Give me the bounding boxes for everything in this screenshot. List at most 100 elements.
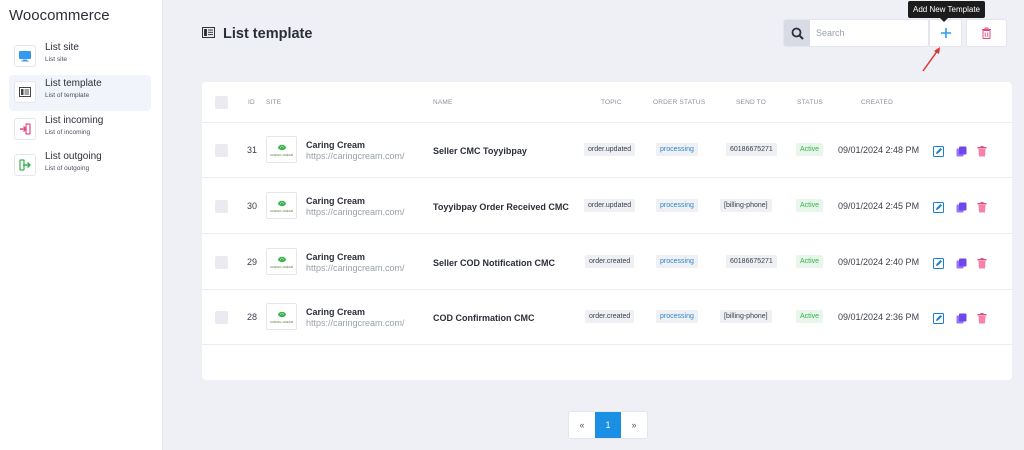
edit-icon [932,257,944,269]
send-to-badge: 60186675271 [726,255,777,268]
outgoing-icon [14,154,36,176]
site-logo: CARING CREAM [266,136,297,163]
status-badge: Active [796,310,824,323]
search-input[interactable] [810,20,928,46]
template-icon [14,81,36,103]
sidebar-item-list-site[interactable]: List site List site [9,39,151,75]
leaf-logo-icon [277,200,286,206]
search-box [783,19,929,47]
logo-text: CARING CREAM [269,264,294,269]
copy-button[interactable] [955,257,967,269]
search-icon [791,27,804,40]
site-name: Caring Cream [306,140,366,150]
trash-icon [977,201,987,212]
add-template-tooltip: Add New Template [908,1,985,18]
delete-button[interactable] [976,257,988,269]
site-url[interactable]: https://caringcream.com/ [306,263,405,273]
template-name: Seller COD Notification CMC [433,258,556,268]
logo-text: CARING CREAM [269,152,294,157]
order-status-badge: processing [656,199,698,212]
order-status-badge: processing [656,310,698,323]
logo-text: CARING CREAM [269,319,294,324]
page-1-button[interactable]: 1 [595,412,621,438]
sidebar-item-list-outgoing[interactable]: List outgoing List of outgoing [9,148,151,184]
site-url[interactable]: https://caringcream.com/ [306,151,405,161]
created-date: 09/01/2024 2:48 PM [838,145,920,155]
site-url[interactable]: https://caringcream.com/ [306,318,405,328]
site-logo: CARING CREAM [266,192,297,219]
sidebar-item-title: List site [45,42,79,53]
column-header-status: STATUS [797,99,823,106]
template-name: Seller CMC Toyyibpay [433,146,527,156]
column-header-site: SITE [266,99,282,106]
site-name: Caring Cream [306,196,366,206]
sidebar-item-list-incoming[interactable]: List incoming List of incoming [9,112,151,148]
edit-icon [932,145,944,157]
edit-icon [932,201,944,213]
site-logo: CARING CREAM [266,248,297,275]
created-date: 09/01/2024 2:40 PM [838,257,920,267]
copy-button[interactable] [955,312,967,324]
topic-badge: order.updated [584,143,636,156]
row-checkbox[interactable] [215,311,228,324]
plus-icon [940,28,951,38]
trash-icon [977,145,987,156]
copy-icon [956,146,966,156]
add-template-button[interactable] [929,19,962,47]
brand-title: Woocommerce [9,7,110,24]
copy-button[interactable] [955,201,967,213]
sidebar-item-subtitle: List site [45,56,68,63]
column-header-created: CREATED [861,99,893,106]
edit-button[interactable] [932,201,944,213]
delete-button[interactable] [976,312,988,324]
leaf-logo-icon [277,311,286,317]
edit-button[interactable] [932,312,944,324]
tooltip-arrow [940,18,948,22]
prev-page-button[interactable]: « [569,412,595,438]
copy-button[interactable] [955,145,967,157]
row-checkbox[interactable] [215,256,228,269]
row-checkbox[interactable] [215,200,228,213]
monitor-icon [14,45,36,67]
edit-button[interactable] [932,257,944,269]
row-id: 30 [247,201,258,211]
search-button[interactable] [784,20,810,46]
row-checkbox[interactable] [215,144,228,157]
column-header-topic: TOPIC [601,99,622,106]
topic-badge: order.updated [584,199,636,212]
sidebar-item-subtitle: List of template [45,92,90,99]
trash-icon [977,312,987,323]
order-status-badge: processing [656,255,698,268]
column-header-name: NAME [433,99,453,106]
site-url[interactable]: https://caringcream.com/ [306,207,405,217]
leaf-logo-icon [277,256,286,262]
template-icon [202,25,215,43]
copy-icon [956,258,966,268]
page-title: List template [223,26,313,42]
table-row: 28 CARING CREAM Caring Cream https://car… [202,290,1012,345]
created-date: 09/01/2024 2:45 PM [838,201,920,211]
sidebar-item-list-template[interactable]: List template List of template [9,75,151,111]
copy-icon [956,202,966,212]
send-to-badge: [billing-phone] [720,310,772,323]
delete-selected-button[interactable] [966,19,1007,47]
page-header: List template [202,25,312,43]
topic-badge: order.created [585,255,635,268]
sidebar-item-title: List incoming [45,115,104,126]
template-name: Toyyibpay Order Received CMC [433,202,569,212]
copy-icon [956,313,966,323]
edit-button[interactable] [932,145,944,157]
row-id: 28 [247,312,258,322]
next-page-button[interactable]: » [621,412,647,438]
order-status-badge: processing [656,143,698,156]
select-all-checkbox[interactable] [215,96,228,109]
row-id: 31 [247,145,258,155]
leaf-logo-icon [277,144,286,150]
created-date: 09/01/2024 2:36 PM [838,312,920,322]
column-header-id: ID [248,99,255,106]
incoming-icon [14,118,36,140]
table-row: 31 CARING CREAM Caring Cream https://car… [202,123,1012,178]
delete-button[interactable] [976,145,988,157]
delete-button[interactable] [976,201,988,213]
trash-icon [977,257,987,268]
